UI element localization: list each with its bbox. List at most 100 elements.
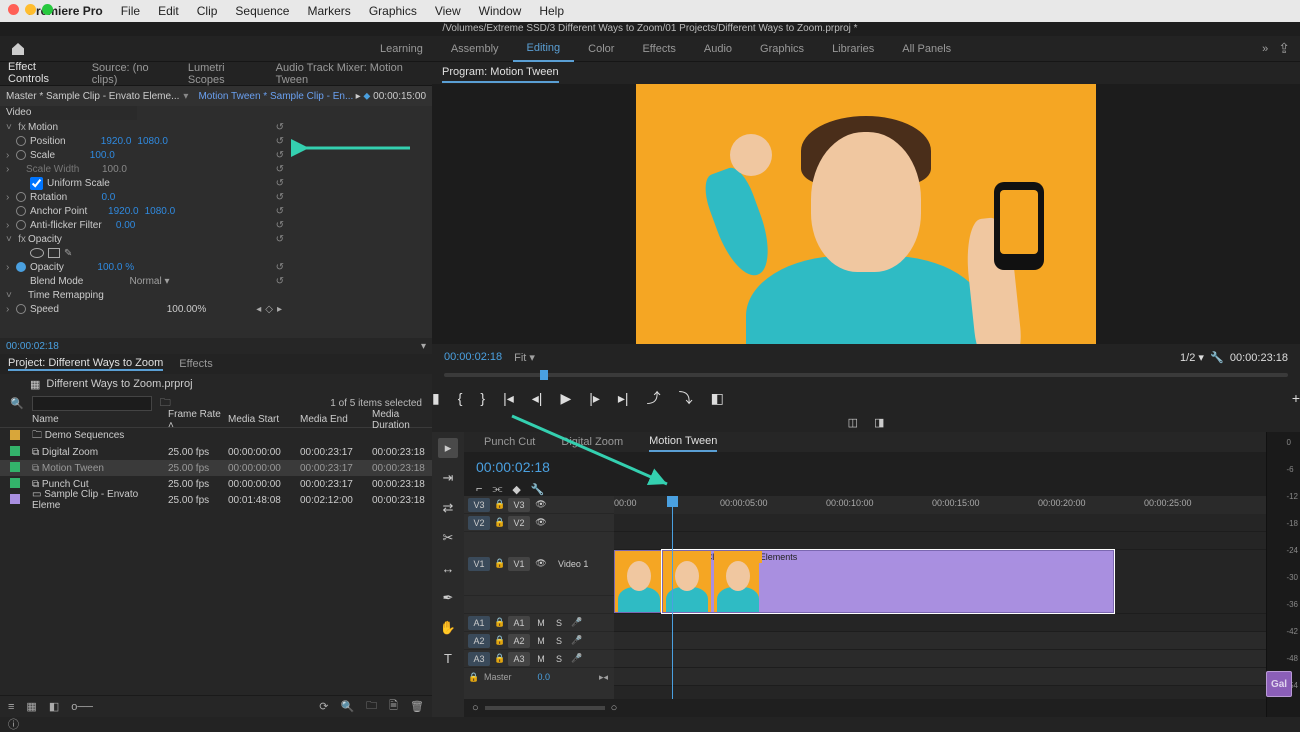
fx-badge-icon[interactable]: fx	[16, 234, 28, 245]
menu-sequence[interactable]: Sequence	[235, 4, 289, 18]
opacity-value[interactable]: 100.0 %	[97, 262, 134, 273]
export-frame-icon[interactable]: ◧	[711, 390, 724, 407]
lock-icon[interactable]: 🔒	[494, 517, 504, 528]
pen-tool-icon[interactable]: ✒	[438, 588, 458, 608]
solo-icon[interactable]: S	[552, 636, 566, 646]
source-v1[interactable]: V1	[468, 557, 490, 571]
keyframe-stopwatch-icon[interactable]	[16, 136, 26, 146]
tab-audio-mixer[interactable]: Audio Track Mixer: Motion Tween	[276, 58, 424, 90]
freeform-view-icon[interactable]: ◧	[49, 700, 59, 713]
share-icon[interactable]: ⇪	[1278, 40, 1290, 57]
solo-icon[interactable]: S	[552, 618, 566, 628]
flicker-value[interactable]: 0.00	[116, 220, 135, 231]
ec-source-clip[interactable]: Master * Sample Clip - Envato Eleme...	[6, 91, 179, 102]
reset-icon[interactable]: ↺	[276, 276, 284, 287]
menu-help[interactable]: Help	[539, 4, 564, 18]
mark-in-icon[interactable]: {	[458, 390, 463, 406]
target-a3[interactable]: A3	[508, 652, 530, 666]
lock-icon[interactable]: 🔒	[468, 672, 478, 683]
target-a1[interactable]: A1	[508, 616, 530, 630]
workspace-audio[interactable]: Audio	[690, 37, 746, 61]
col-media-end[interactable]: Media End	[300, 414, 372, 425]
tab-project[interactable]: Project: Different Ways to Zoom	[8, 357, 163, 371]
workspace-graphics[interactable]: Graphics	[746, 37, 818, 61]
mask-pen-icon[interactable]: ✎	[64, 248, 72, 259]
source-a2[interactable]: A2	[468, 634, 490, 648]
menu-edit[interactable]: Edit	[158, 4, 179, 18]
program-tc[interactable]: 00:00:02:18	[444, 351, 502, 363]
program-viewer[interactable]	[636, 84, 1096, 344]
opacity-section[interactable]: Opacity	[28, 234, 62, 245]
workspace-allpanels[interactable]: All Panels	[888, 37, 965, 61]
menu-markers[interactable]: Markers	[307, 4, 350, 18]
tab-lumetri[interactable]: Lumetri Scopes	[188, 58, 258, 90]
razor-tool-icon[interactable]: ✂	[438, 528, 458, 548]
source-a3[interactable]: A3	[468, 652, 490, 666]
target-a2[interactable]: A2	[508, 634, 530, 648]
add-keyframe-icon[interactable]: ◇	[265, 304, 273, 315]
icon-view-icon[interactable]: ▦	[26, 700, 36, 713]
seq-tab-punch[interactable]: Punch Cut	[484, 433, 535, 451]
mute-icon[interactable]: M	[534, 654, 548, 664]
program-tab[interactable]: Program: Motion Tween	[442, 63, 559, 83]
add-button-icon[interactable]: +	[1292, 390, 1300, 406]
timeline-ruler[interactable]: 00:00 00:00:05:00 00:00:10:00 00:00:15:0…	[614, 496, 1266, 514]
hand-tool-icon[interactable]: ✋	[438, 618, 458, 638]
keyframe-stopwatch-icon[interactable]	[16, 150, 26, 160]
linked-sel-icon[interactable]: ⫘	[492, 483, 502, 496]
twirl-icon[interactable]: ›	[6, 220, 16, 231]
workspace-libraries[interactable]: Libraries	[818, 37, 888, 61]
zoom-out-icon[interactable]: ○	[472, 702, 479, 714]
fx-badge-icon[interactable]: fx	[16, 122, 28, 133]
clip-sample-1[interactable]: ▪ Sample	[614, 550, 662, 613]
lock-icon[interactable]: 🔒	[494, 499, 504, 510]
timeline-playhead[interactable]	[672, 496, 673, 699]
lock-icon[interactable]: 🔒	[494, 653, 504, 664]
filter-icon[interactable]: ▾	[421, 341, 426, 352]
mask-rect-icon[interactable]	[48, 248, 60, 258]
trash-icon[interactable]: 🗑	[410, 700, 424, 713]
reset-icon[interactable]: ↺	[276, 206, 284, 217]
track-a3[interactable]	[614, 668, 1266, 686]
solo-icon[interactable]: S	[552, 654, 566, 664]
scale-value[interactable]: 100.0	[90, 150, 115, 161]
play-icon[interactable]: ▶	[560, 390, 571, 407]
twirl-icon[interactable]: ›	[6, 192, 16, 203]
twirl-icon[interactable]: ›	[6, 150, 16, 161]
reset-icon[interactable]: ↺	[276, 178, 284, 189]
source-a1[interactable]: A1	[468, 616, 490, 630]
selection-tool-icon[interactable]: ▸	[438, 438, 458, 458]
new-bin-button-icon[interactable]: 🗀	[366, 697, 377, 716]
workspace-assembly[interactable]: Assembly	[437, 37, 513, 61]
reset-icon[interactable]: ↺	[276, 164, 284, 175]
reset-icon[interactable]: ↺	[276, 234, 284, 245]
target-v2[interactable]: V2	[508, 516, 530, 530]
keyframe-stopwatch-icon[interactable]	[16, 206, 26, 216]
toggle-output-icon[interactable]: 👁	[534, 517, 548, 528]
position-y[interactable]: 1080.0	[137, 136, 168, 147]
timeline-tc[interactable]: 00:00:02:18	[476, 459, 550, 475]
keyframe-stopwatch-icon[interactable]	[16, 262, 26, 272]
target-v3[interactable]: V3	[508, 498, 530, 512]
twirl-icon[interactable]: ˅	[6, 122, 16, 133]
reset-icon[interactable]: ↺	[276, 122, 284, 133]
home-icon[interactable]	[10, 41, 26, 57]
auto-match-icon[interactable]: ⟳	[319, 700, 328, 713]
track-v2[interactable]	[614, 532, 1266, 550]
info-icon[interactable]: ⓘ	[8, 716, 19, 732]
mark-out-icon[interactable]: }	[480, 390, 485, 406]
col-media-start[interactable]: Media Start	[228, 414, 300, 425]
prev-keyframe-icon[interactable]: ◂	[256, 304, 261, 315]
ec-sequence-clip[interactable]: Motion Tween * Sample Clip - En...	[198, 91, 353, 102]
reset-icon[interactable]: ↺	[276, 150, 284, 161]
add-marker-icon[interactable]: ▮	[432, 390, 440, 407]
toggle-output-icon[interactable]: 👁	[534, 558, 548, 569]
mute-icon[interactable]: M	[534, 636, 548, 646]
blend-mode-select[interactable]: Normal	[129, 276, 161, 287]
clip-sample-2[interactable]: ▪ Sample Clip - Envato Elements	[662, 550, 1114, 613]
reset-icon[interactable]: ↺	[276, 192, 284, 203]
track-select-tool-icon[interactable]: ⇥	[438, 468, 458, 488]
toggle-output-icon[interactable]: 👁	[534, 499, 548, 510]
bin-icon[interactable]: ▦	[30, 378, 40, 391]
project-item[interactable]: ▭ Sample Clip - Envato Eleme25.00 fps00:…	[0, 492, 432, 508]
